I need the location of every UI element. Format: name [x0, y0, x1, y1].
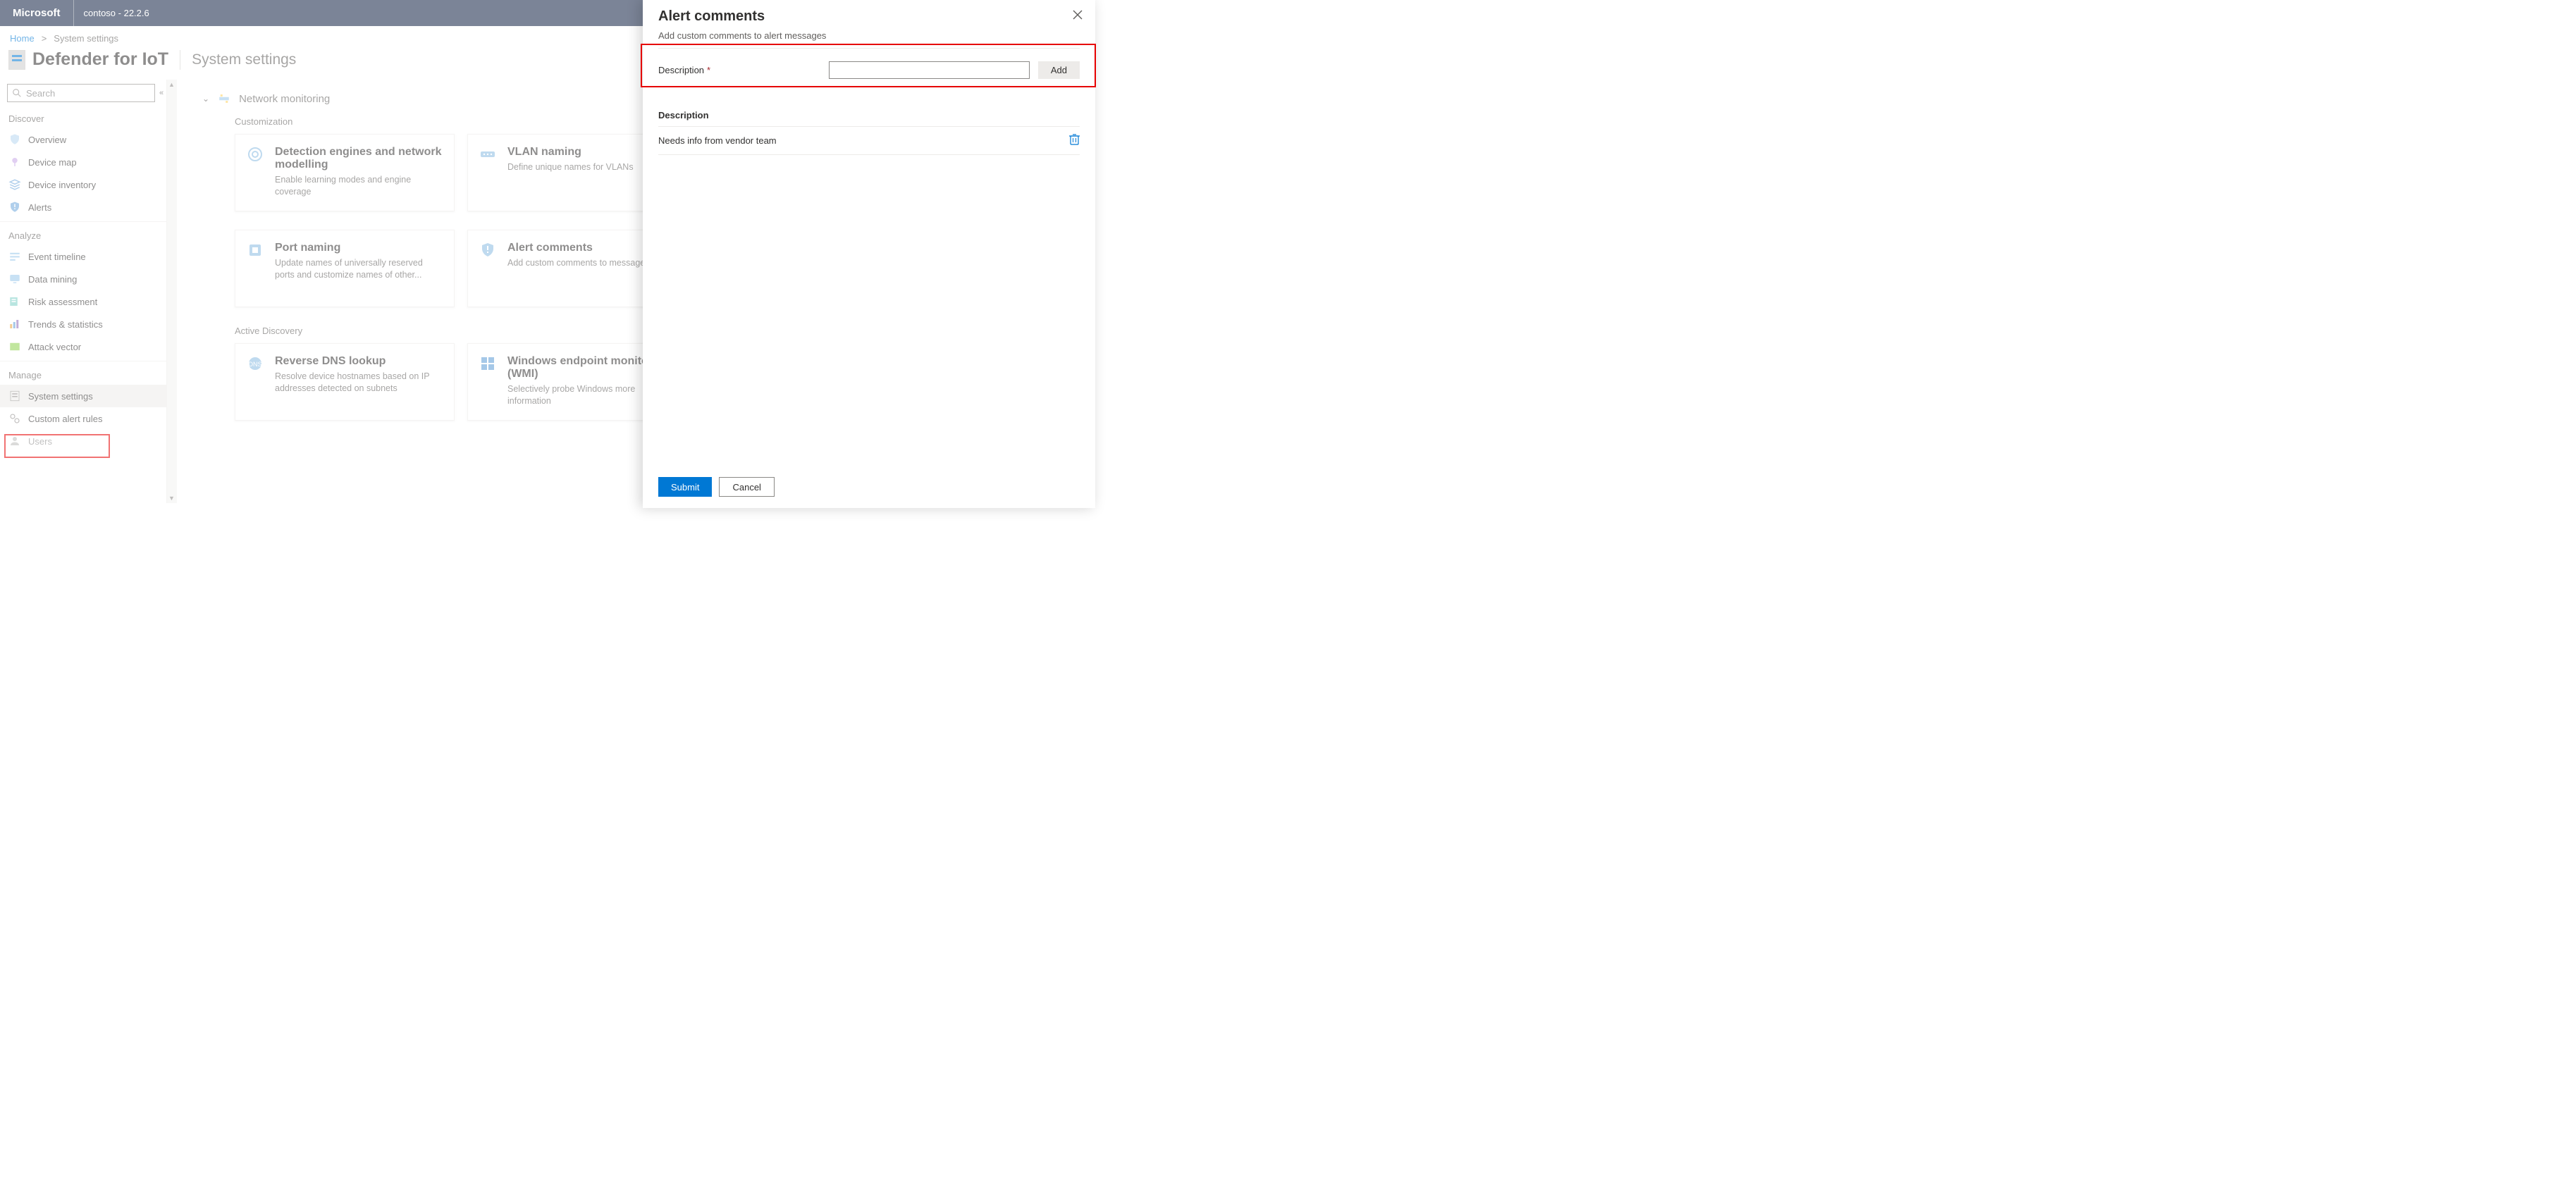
- nav-section-analyze: Analyze Event timeline Data mining Risk …: [0, 225, 166, 358]
- port-icon: [247, 242, 264, 259]
- dns-icon: DNS: [247, 355, 264, 372]
- sidebar-item-system-settings[interactable]: System settings: [0, 385, 166, 407]
- chevron-down-icon[interactable]: ⌄: [202, 94, 209, 104]
- nav-section-label: Analyze: [0, 225, 166, 245]
- windows-icon: [479, 355, 496, 372]
- close-icon: [1073, 10, 1083, 20]
- panel-title: Alert comments: [658, 8, 1080, 25]
- sidebar-item-label: Event timeline: [28, 252, 86, 262]
- add-button[interactable]: Add: [1038, 61, 1080, 79]
- target-icon: [247, 146, 264, 163]
- sidebar-item-event-timeline[interactable]: Event timeline: [0, 245, 166, 268]
- sidebar-item-label: Users: [28, 436, 52, 447]
- sidebar-item-attack-vector[interactable]: Attack vector: [0, 335, 166, 358]
- description-label: Description*: [658, 65, 820, 75]
- card-detection-engines[interactable]: Detection engines and network modelling …: [235, 134, 455, 211]
- attack-vector-icon: [8, 340, 21, 353]
- card-title: Reverse DNS lookup: [275, 355, 443, 368]
- sidebar-item-label: Custom alert rules: [28, 414, 102, 424]
- panel-footer: Submit Cancel: [643, 467, 1095, 508]
- table-row: Needs info from vendor team: [658, 127, 1080, 155]
- card-desc: Resolve device hostnames based on IP add…: [275, 371, 443, 395]
- page-subtitle: System settings: [192, 51, 296, 68]
- rules-icon: [8, 412, 21, 425]
- cancel-button[interactable]: Cancel: [719, 477, 774, 497]
- sidebar-item-data-mining[interactable]: Data mining: [0, 268, 166, 290]
- nav-section-manage: Manage System settings Custom alert rule…: [0, 364, 166, 452]
- sidebar-scrollbar[interactable]: ▲ ▼: [167, 80, 177, 503]
- search-icon: [12, 88, 22, 98]
- nav-divider: [0, 221, 166, 222]
- sidebar-item-risk-assessment[interactable]: Risk assessment: [0, 290, 166, 313]
- sidebar-item-device-inventory[interactable]: Device inventory: [0, 173, 166, 196]
- data-mining-icon: [8, 273, 21, 285]
- sidebar-item-label: Device inventory: [28, 180, 96, 190]
- svg-text:DNS: DNS: [248, 361, 261, 368]
- alert-comments-panel: Alert comments Add custom comments to al…: [643, 0, 1095, 508]
- collapse-sidebar-button[interactable]: «: [159, 89, 164, 97]
- inventory-icon: [8, 178, 21, 191]
- sidebar-item-trends-statistics[interactable]: Trends & statistics: [0, 313, 166, 335]
- vlan-icon: [479, 146, 496, 163]
- sidebar-item-label: Overview: [28, 135, 66, 145]
- description-form-row: Description* Add: [643, 49, 1095, 92]
- search-box[interactable]: [7, 84, 155, 102]
- brand: Microsoft: [0, 0, 74, 26]
- tenant-label: contoso - 22.2.6: [74, 8, 159, 18]
- comments-table: Description Needs info from vendor team: [658, 104, 1080, 155]
- description-input[interactable]: [829, 61, 1030, 79]
- sidebar-item-custom-alert-rules[interactable]: Custom alert rules: [0, 407, 166, 430]
- sidebar-item-alerts[interactable]: Alerts: [0, 196, 166, 218]
- submit-button[interactable]: Submit: [658, 477, 712, 497]
- nav-section-discover: Discover Overview Device map Device inve…: [0, 108, 166, 218]
- sidebar-item-label: Device map: [28, 157, 77, 168]
- network-icon: [218, 92, 230, 105]
- section-title: Network monitoring: [239, 93, 330, 105]
- trash-icon: [1069, 134, 1080, 145]
- sidebar-item-users[interactable]: Users: [0, 430, 166, 452]
- delete-button[interactable]: [1069, 134, 1080, 147]
- users-icon: [8, 435, 21, 447]
- table-header-description: Description: [658, 104, 1080, 127]
- panel-subtitle: Add custom comments to alert messages: [643, 30, 1095, 48]
- scroll-up-icon[interactable]: ▲: [168, 81, 175, 88]
- sidebar-item-label: Trends & statistics: [28, 319, 103, 330]
- nav-section-label: Discover: [0, 108, 166, 128]
- page-title: Defender for IoT: [32, 49, 168, 70]
- sidebar-item-device-map[interactable]: Device map: [0, 151, 166, 173]
- map-pin-icon: [8, 156, 21, 168]
- sidebar-item-label: System settings: [28, 391, 93, 402]
- card-reverse-dns[interactable]: DNS Reverse DNS lookup Resolve device ho…: [235, 343, 455, 421]
- breadcrumb-current: System settings: [54, 33, 118, 44]
- close-button[interactable]: [1073, 10, 1083, 23]
- card-desc: Enable learning modes and engine coverag…: [275, 174, 443, 198]
- sidebar-item-overview[interactable]: Overview: [0, 128, 166, 151]
- bar-chart-icon: [8, 318, 21, 330]
- sidebar: « Discover Overview Device map Device in…: [0, 80, 167, 503]
- sidebar-item-label: Attack vector: [28, 342, 81, 352]
- sidebar-item-label: Alerts: [28, 202, 51, 213]
- breadcrumb-home[interactable]: Home: [10, 33, 35, 44]
- search-input[interactable]: [26, 88, 150, 99]
- card-title: Detection engines and network modelling: [275, 146, 443, 171]
- scroll-down-icon[interactable]: ▼: [168, 495, 175, 502]
- alert-shield-icon: [8, 201, 21, 213]
- defender-icon: [8, 50, 25, 70]
- settings-list-icon: [8, 390, 21, 402]
- nav-section-label: Manage: [0, 364, 166, 385]
- shield-icon: [8, 133, 21, 146]
- comment-text: Needs info from vendor team: [658, 135, 777, 146]
- card-desc: Update names of universally reserved por…: [275, 257, 443, 281]
- shield-alert-icon: [479, 242, 496, 259]
- timeline-icon: [8, 250, 21, 263]
- risk-icon: [8, 295, 21, 308]
- card-title: Port naming: [275, 242, 443, 254]
- breadcrumb-sep: >: [42, 33, 47, 44]
- card-port-naming[interactable]: Port naming Update names of universally …: [235, 230, 455, 307]
- sidebar-item-label: Risk assessment: [28, 297, 97, 307]
- sidebar-item-label: Data mining: [28, 274, 77, 285]
